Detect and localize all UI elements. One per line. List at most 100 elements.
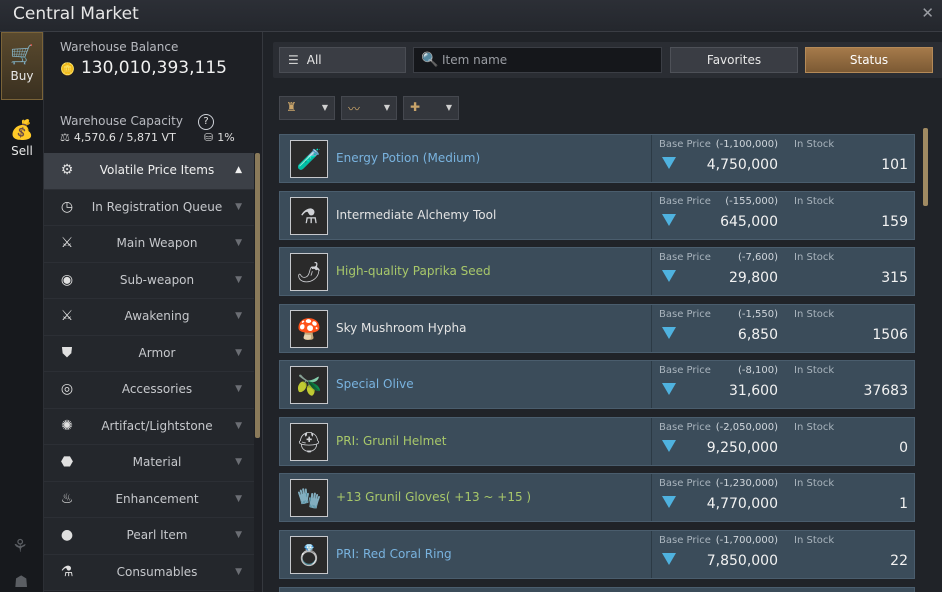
category-item[interactable]: ◎ Accessories ▼ [44, 372, 254, 409]
category-item[interactable]: ⬣ Material ▼ [44, 445, 254, 482]
in-stock-value: 22 [890, 552, 908, 569]
price-change: (-2,050,000) [715, 421, 778, 433]
title-bar: Central Market ✕ [0, 0, 942, 32]
price-change: (-155,000) [725, 195, 778, 207]
category-item[interactable]: ✺ Artifact/Lightstone ▼ [44, 408, 254, 445]
helmet-icon: ⛑ [290, 422, 328, 461]
list-item[interactable]: 🍄 Sky Mushroom Hypha Base Price (-1,550) In … [279, 303, 915, 353]
status-button[interactable]: Status [805, 47, 933, 73]
list-item[interactable]: 🫒 Special Olive Base Price (-8,100) In Stock… [279, 360, 915, 409]
price-down-icon [662, 439, 676, 452]
search-box[interactable]: 🔍 [413, 47, 662, 73]
shield-icon: ◉ [60, 271, 74, 288]
base-price-label: Base Price [659, 365, 711, 376]
list-item[interactable]: ⚗ Intermediate Alchemy Tool Base Price (-15… [279, 190, 915, 240]
category-item[interactable]: ⚔ Main Weapon ▼ [44, 226, 254, 263]
ring-icon: 💍 [290, 535, 328, 574]
character-icon[interactable]: ☗ [14, 572, 28, 591]
column-divider [651, 248, 652, 295]
list-item[interactable]: 🧤 +13 Grunil Gloves( +13 ~ +15 ) Base Pric… [279, 473, 915, 522]
item-name: High-quality Paprika Seed [336, 264, 491, 278]
category-label: Pearl Item [126, 528, 188, 542]
price-change: (-7,600) [737, 252, 778, 263]
price-down-icon [662, 213, 676, 226]
tree-icon[interactable]: ⚘ [12, 536, 28, 557]
favorites-button[interactable]: Favorites [670, 47, 798, 73]
list-item[interactable]: 🌶 High-quality Paprika Seed Base Price (-7,… [279, 247, 915, 296]
buy-tab[interactable]: 🛒 Buy [1, 32, 43, 100]
category-label: Awakening [124, 309, 190, 323]
chevron-down-icon: ▼ [321, 103, 328, 112]
armor-icon: ⛊ [61, 344, 73, 361]
category-select[interactable]: ☰ All [279, 47, 406, 73]
column-divider [651, 417, 652, 465]
filter-trend-dropdown[interactable]: 〰 ▼ [341, 96, 397, 120]
clock-icon: ◷ [60, 198, 74, 215]
chevron-down-icon: ▼ [235, 530, 242, 540]
price-down-icon [662, 326, 676, 339]
price-down-icon [662, 552, 676, 565]
filter-plus-dropdown[interactable]: ✚ ▼ [403, 96, 459, 120]
chevron-down-icon: ▼ [235, 311, 242, 321]
item-name: Intermediate Alchemy Tool [336, 207, 497, 222]
base-price-label: Base Price [659, 139, 711, 150]
category-label: Artifact/Lightstone [101, 418, 213, 433]
in-stock-label: In Stock [794, 421, 835, 433]
category-item[interactable]: ⚗ Consumables ▼ [44, 554, 254, 591]
column-divider [651, 191, 652, 239]
price-down-icon [662, 496, 676, 508]
column-divider [651, 474, 652, 521]
category-item[interactable]: ◷ In Registration Queue ▼ [44, 189, 254, 226]
base-price-label: Base Price [659, 534, 711, 546]
in-stock-value: 101 [881, 157, 908, 173]
blade-icon: ⚔ [60, 308, 74, 324]
category-label: Volatile Price Items [99, 163, 215, 177]
sell-tab-label: Sell [11, 144, 33, 158]
price-down-icon [662, 157, 676, 169]
weight-icon: ⚖ [60, 131, 70, 144]
category-item[interactable]: ⚙ Volatile Price Items ▲ [44, 153, 254, 190]
capacity-help-icon[interactable]: ? [198, 114, 214, 130]
category-item[interactable]: ● Pearl Item ▼ [44, 518, 254, 555]
in-stock-value: 0 [899, 439, 908, 456]
search-input[interactable] [442, 51, 652, 69]
base-price-value: 31,600 [729, 383, 778, 399]
category-label: Sub-weapon [119, 272, 195, 287]
alchemy-tool-icon: ⚗ [290, 196, 328, 235]
list-item[interactable]: 🧪 Energy Potion (Medium) Base Price (-1,100… [279, 134, 915, 183]
category-item[interactable]: ⚔ Awakening ▼ [44, 299, 254, 336]
list-item[interactable]: ⛑ PRI: Grunil Helmet Base Price (-2,050,000… [279, 416, 915, 466]
in-stock-label: In Stock [794, 308, 835, 320]
sidebar-scrollbar[interactable] [255, 153, 260, 438]
category-item[interactable]: ⛊ Armor ▼ [44, 335, 254, 372]
warehouse-capacity-label: Warehouse Capacity [60, 114, 183, 128]
item-list-scrollbar[interactable] [923, 128, 928, 206]
paprika-seed-icon: 🌶 [290, 253, 328, 291]
bag-icon: ♜ [286, 100, 297, 114]
list-item[interactable]: 💍 PRI: Red Coral Ring Base Price (-1,700,00… [279, 529, 915, 579]
ring-icon: ◎ [60, 381, 74, 397]
base-price-value: 4,770,000 [706, 496, 778, 512]
price-change: (-1,100,000) [715, 139, 778, 150]
mushroom-hypha-icon: 🍄 [290, 309, 328, 348]
chevron-down-icon: ▼ [383, 103, 390, 112]
category-item[interactable]: ♨ Enhancement ▼ [44, 481, 254, 518]
base-price-label: Base Price [659, 252, 711, 263]
base-price-label: Base Price [659, 478, 711, 489]
list-item[interactable] [279, 587, 915, 592]
warehouse-capacity-percent-value: 1% [217, 131, 235, 144]
in-stock-value: 315 [881, 270, 908, 286]
sell-tab[interactable]: 💰 Sell [1, 108, 43, 176]
chevron-down-icon: ▼ [235, 566, 242, 577]
main-panel: ☰All 🔍 Favorites Status ♜▼ 〰▼ ✚▼ 🧪Energy… [262, 32, 942, 592]
close-icon[interactable]: ✕ [921, 4, 934, 22]
in-stock-label: In Stock [794, 195, 835, 207]
money-bag-icon: 💰 [10, 119, 34, 141]
gear-icon: ⚙ [60, 162, 74, 178]
material-icon: ⬣ [60, 454, 74, 470]
category-item[interactable]: ◉ Sub-weapon ▼ [44, 262, 254, 299]
olive-icon: 🫒 [290, 366, 328, 404]
chevron-down-icon: ▼ [235, 347, 242, 358]
category-label: Main Weapon [116, 236, 198, 250]
filter-bag-dropdown[interactable]: ♜ ▼ [279, 96, 335, 120]
